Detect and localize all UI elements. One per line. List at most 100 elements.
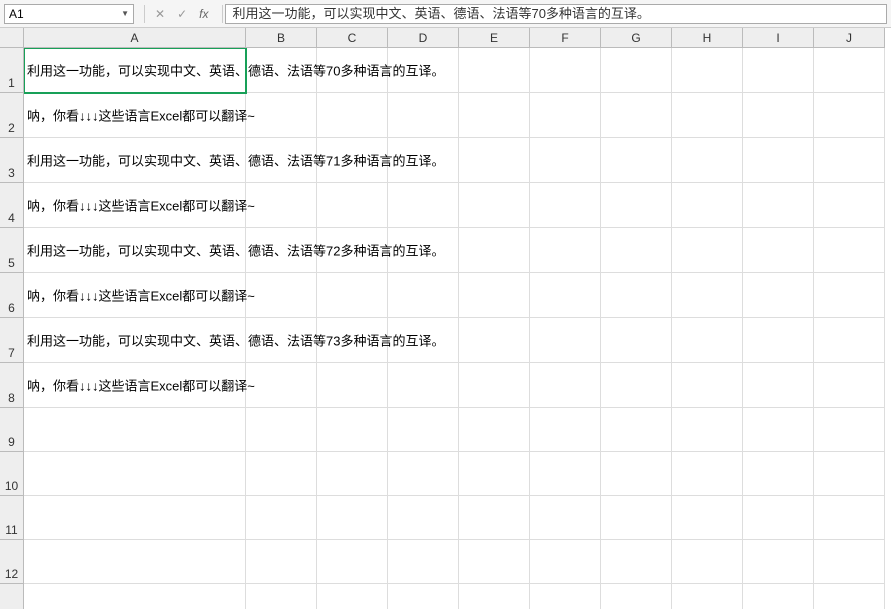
cell[interactable] xyxy=(388,496,459,540)
row-header[interactable]: 12 xyxy=(0,540,24,584)
cell[interactable] xyxy=(814,318,885,363)
cell[interactable] xyxy=(743,584,814,609)
cell[interactable] xyxy=(672,452,743,496)
row-header[interactable]: 9 xyxy=(0,408,24,452)
column-header[interactable]: C xyxy=(317,28,388,48)
cell[interactable] xyxy=(388,273,459,318)
cell[interactable] xyxy=(743,540,814,584)
cell[interactable] xyxy=(317,93,388,138)
row-header[interactable]: 2 xyxy=(0,93,24,138)
cell[interactable] xyxy=(246,183,317,228)
row-header[interactable]: 1 xyxy=(0,48,24,93)
column-header[interactable]: B xyxy=(246,28,317,48)
cell[interactable] xyxy=(388,93,459,138)
cell[interactable] xyxy=(459,138,530,183)
cell[interactable]: 利用这一功能，可以实现中文、英语、德语、法语等73多种语言的互译。 xyxy=(24,318,246,363)
row-header[interactable]: 5 xyxy=(0,228,24,273)
cell[interactable] xyxy=(601,48,672,93)
cell[interactable] xyxy=(743,273,814,318)
cell[interactable] xyxy=(601,452,672,496)
cell[interactable] xyxy=(743,183,814,228)
cell[interactable] xyxy=(530,183,601,228)
cell[interactable] xyxy=(601,584,672,609)
cell[interactable] xyxy=(459,183,530,228)
cell[interactable] xyxy=(601,138,672,183)
cell[interactable] xyxy=(814,138,885,183)
cell[interactable] xyxy=(388,408,459,452)
cell[interactable] xyxy=(814,228,885,273)
cell[interactable] xyxy=(459,228,530,273)
cell[interactable] xyxy=(672,496,743,540)
formula-input[interactable]: 利用这一功能，可以实现中文、英语、德语、法语等70多种语言的互译。 xyxy=(225,4,887,24)
cell[interactable] xyxy=(601,318,672,363)
cell[interactable] xyxy=(246,363,317,408)
cell[interactable] xyxy=(530,452,601,496)
cell[interactable] xyxy=(743,48,814,93)
cell[interactable] xyxy=(530,273,601,318)
cell[interactable] xyxy=(672,228,743,273)
cell[interactable] xyxy=(672,138,743,183)
cell[interactable] xyxy=(388,584,459,609)
cell[interactable] xyxy=(672,584,743,609)
cell[interactable] xyxy=(672,48,743,93)
cell[interactable] xyxy=(814,540,885,584)
cell[interactable]: 呐，你看↓↓↓这些语言Excel都可以翻译~ xyxy=(24,273,246,318)
cell[interactable] xyxy=(24,408,246,452)
cell[interactable] xyxy=(459,318,530,363)
cell[interactable] xyxy=(246,584,317,609)
cell[interactable] xyxy=(459,363,530,408)
cell[interactable]: 呐，你看↓↓↓这些语言Excel都可以翻译~ xyxy=(24,183,246,228)
cell[interactable] xyxy=(24,452,246,496)
cell[interactable] xyxy=(601,183,672,228)
cell[interactable] xyxy=(672,93,743,138)
cell[interactable] xyxy=(459,540,530,584)
cell[interactable] xyxy=(672,273,743,318)
cell[interactable] xyxy=(246,273,317,318)
cell[interactable] xyxy=(814,496,885,540)
fx-icon[interactable]: fx xyxy=(199,7,212,21)
cell[interactable] xyxy=(24,584,246,609)
cell[interactable] xyxy=(530,138,601,183)
cell[interactable] xyxy=(317,408,388,452)
cell[interactable] xyxy=(672,540,743,584)
row-header[interactable]: 8 xyxy=(0,363,24,408)
cell[interactable] xyxy=(317,273,388,318)
column-header[interactable]: H xyxy=(672,28,743,48)
column-header[interactable]: F xyxy=(530,28,601,48)
cell[interactable] xyxy=(601,496,672,540)
cell[interactable] xyxy=(530,540,601,584)
cell[interactable] xyxy=(388,540,459,584)
column-header[interactable]: G xyxy=(601,28,672,48)
cell[interactable] xyxy=(388,183,459,228)
cell[interactable] xyxy=(530,496,601,540)
cell[interactable] xyxy=(743,452,814,496)
cell[interactable] xyxy=(672,408,743,452)
cell[interactable] xyxy=(743,93,814,138)
cell[interactable] xyxy=(743,363,814,408)
cell[interactable] xyxy=(246,408,317,452)
row-header[interactable]: 7 xyxy=(0,318,24,363)
cell[interactable] xyxy=(317,540,388,584)
cell[interactable] xyxy=(672,318,743,363)
cell[interactable] xyxy=(317,584,388,609)
cell[interactable] xyxy=(743,228,814,273)
cell[interactable] xyxy=(530,318,601,363)
row-header[interactable]: 6 xyxy=(0,273,24,318)
cell[interactable] xyxy=(814,273,885,318)
cell[interactable] xyxy=(601,273,672,318)
select-all-corner[interactable] xyxy=(0,28,24,48)
cell[interactable] xyxy=(814,93,885,138)
cell[interactable] xyxy=(743,138,814,183)
cell[interactable] xyxy=(814,452,885,496)
row-header[interactable]: 3 xyxy=(0,138,24,183)
cell[interactable] xyxy=(459,273,530,318)
cell[interactable] xyxy=(459,584,530,609)
cell[interactable] xyxy=(459,452,530,496)
cell[interactable] xyxy=(246,452,317,496)
cell[interactable] xyxy=(530,408,601,452)
cell[interactable] xyxy=(388,363,459,408)
cell[interactable] xyxy=(814,48,885,93)
cell[interactable] xyxy=(459,48,530,93)
row-header[interactable]: 11 xyxy=(0,496,24,540)
column-header[interactable]: A xyxy=(24,28,246,48)
